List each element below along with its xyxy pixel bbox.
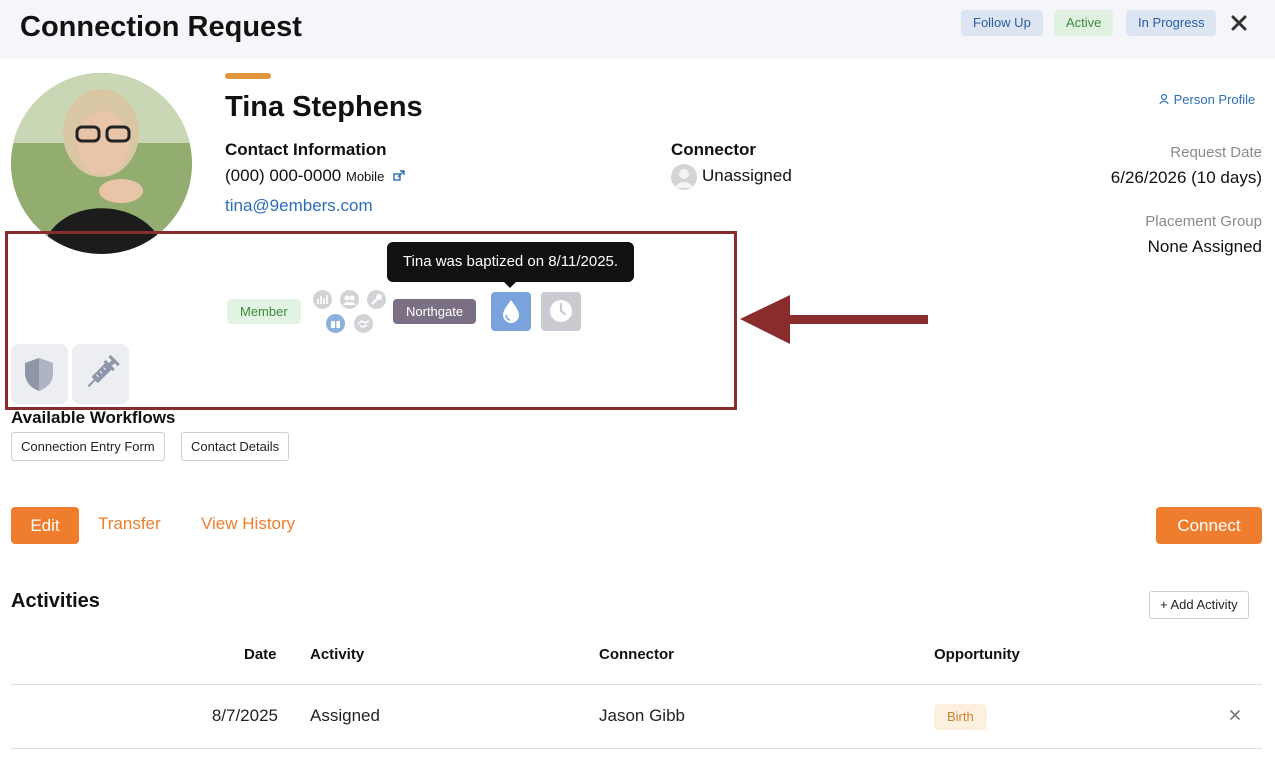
follow-up-badge: Follow Up bbox=[961, 10, 1043, 36]
contact-info-label: Contact Information bbox=[225, 140, 387, 159]
chart-icon[interactable] bbox=[313, 290, 332, 309]
close-icon[interactable] bbox=[1228, 12, 1250, 34]
external-link-icon[interactable] bbox=[393, 170, 405, 182]
avatar bbox=[11, 73, 192, 254]
activities-title: Activities bbox=[11, 590, 100, 612]
request-date-label: Request Date bbox=[1170, 144, 1262, 161]
phone-type: Mobile bbox=[346, 169, 385, 184]
placement-group-value: None Assigned bbox=[1147, 237, 1262, 256]
email-link[interactable]: tina@9embers.com bbox=[225, 196, 373, 216]
column-header-opportunity: Opportunity bbox=[934, 646, 1020, 663]
syringe-icon[interactable] bbox=[72, 344, 129, 404]
transfer-link[interactable]: Transfer bbox=[98, 514, 161, 534]
person-icon bbox=[1159, 93, 1169, 105]
row-connector: Jason Gibb bbox=[599, 706, 685, 725]
column-header-connector: Connector bbox=[599, 646, 674, 663]
phone-number: (000) 000-0000 Mobile bbox=[225, 166, 405, 186]
add-activity-button[interactable]: + Add Activity bbox=[1149, 591, 1249, 619]
connector-label: Connector bbox=[671, 140, 756, 159]
table-divider bbox=[11, 748, 1262, 749]
person-name: Tina Stephens bbox=[225, 91, 423, 123]
handshake-icon[interactable] bbox=[354, 314, 373, 333]
connection-entry-form-button[interactable]: Connection Entry Form bbox=[11, 432, 165, 461]
connector-avatar bbox=[671, 164, 697, 190]
person-profile-link[interactable]: Person Profile bbox=[1158, 92, 1255, 107]
column-header-date: Date bbox=[244, 646, 277, 663]
delete-row-icon[interactable] bbox=[1228, 708, 1242, 722]
annotation-arrow bbox=[740, 295, 928, 344]
tooltip-arrow bbox=[503, 281, 517, 288]
connector-value: Unassigned bbox=[702, 166, 792, 185]
accent-bar bbox=[225, 73, 271, 79]
group-icon[interactable] bbox=[340, 290, 359, 309]
clock-icon[interactable] bbox=[541, 292, 581, 331]
opportunity-badge: Birth bbox=[934, 704, 987, 730]
key-icon[interactable] bbox=[367, 290, 386, 309]
edit-button[interactable]: Edit bbox=[11, 507, 79, 544]
contact-details-button[interactable]: Contact Details bbox=[181, 432, 290, 461]
page-title: Connection Request bbox=[20, 11, 302, 43]
gift-icon[interactable] bbox=[326, 314, 345, 333]
header: Connection Request Follow Up Active In P… bbox=[0, 0, 1275, 59]
active-badge: Active bbox=[1054, 10, 1114, 36]
row-date: 8/7/2025 bbox=[211, 706, 278, 725]
baptism-water-drop-icon[interactable] bbox=[491, 292, 531, 331]
table-divider bbox=[11, 684, 1262, 685]
baptism-tooltip: Tina was baptized on 8/11/2025. bbox=[387, 242, 634, 282]
row-activity: Assigned bbox=[310, 706, 380, 725]
member-badge: Member bbox=[227, 299, 301, 324]
person-profile-label: Person Profile bbox=[1173, 92, 1256, 107]
request-date-value: 6/26/2026 (10 days) bbox=[1110, 168, 1262, 187]
column-header-activity: Activity bbox=[310, 646, 365, 663]
connect-button[interactable]: Connect bbox=[1156, 507, 1262, 544]
in-progress-badge: In Progress bbox=[1126, 10, 1217, 36]
shield-icon[interactable] bbox=[11, 344, 68, 404]
view-history-link[interactable]: View History bbox=[201, 514, 295, 534]
available-workflows-title: Available Workflows bbox=[11, 408, 176, 427]
campus-badge: Northgate bbox=[393, 299, 477, 324]
phone-value: (000) 000-0000 bbox=[225, 166, 342, 185]
placement-group-label: Placement Group bbox=[1145, 213, 1262, 230]
